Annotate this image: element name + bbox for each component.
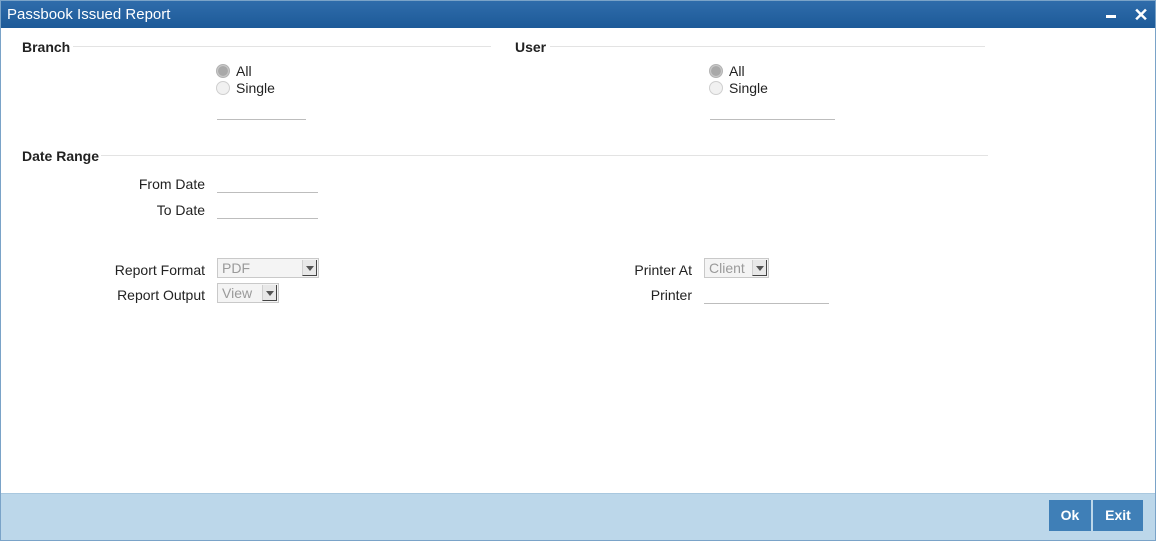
date-range-divider xyxy=(101,155,988,156)
radio-icon[interactable] xyxy=(216,81,230,95)
ok-button[interactable]: Ok xyxy=(1049,500,1091,531)
report-format-label: Report Format xyxy=(114,262,205,278)
close-icon[interactable]: ✕ xyxy=(1130,4,1152,26)
exit-button[interactable]: Exit xyxy=(1093,500,1143,531)
report-output-label: Report Output xyxy=(117,287,205,303)
radio-icon[interactable] xyxy=(216,64,230,78)
report-output-select[interactable]: View xyxy=(217,283,279,303)
to-date-input[interactable] xyxy=(217,199,318,219)
footer-bar: Ok Exit xyxy=(1,493,1155,540)
report-format-value: PDF xyxy=(222,260,250,276)
branch-section-label: Branch xyxy=(22,39,71,55)
chevron-down-icon[interactable] xyxy=(302,260,317,276)
printer-label: Printer xyxy=(650,287,692,303)
window-title: Passbook Issued Report xyxy=(7,6,171,23)
from-date-label: From Date xyxy=(138,176,205,192)
printer-input[interactable] xyxy=(704,284,829,304)
branch-radio-all-label: All xyxy=(236,63,252,79)
branch-radio-single-label: Single xyxy=(236,80,275,96)
user-radio-single[interactable]: Single xyxy=(709,80,768,96)
user-divider xyxy=(550,46,985,47)
title-bar: Passbook Issued Report ✕ xyxy=(1,1,1155,28)
user-radio-all[interactable]: All xyxy=(709,63,745,79)
printer-at-label: Printer At xyxy=(634,262,692,278)
date-range-section-label: Date Range xyxy=(22,148,100,164)
report-format-select[interactable]: PDF xyxy=(217,258,319,278)
chevron-down-icon[interactable] xyxy=(752,260,767,276)
minimize-icon[interactable] xyxy=(1100,4,1122,26)
radio-icon[interactable] xyxy=(709,64,723,78)
branch-divider xyxy=(73,46,491,47)
user-section-label: User xyxy=(515,39,547,55)
branch-radio-single[interactable]: Single xyxy=(216,80,275,96)
user-radio-single-label: Single xyxy=(729,80,768,96)
radio-icon[interactable] xyxy=(709,81,723,95)
printer-at-select[interactable]: Client xyxy=(704,258,769,278)
branch-input[interactable] xyxy=(217,100,306,120)
user-input[interactable] xyxy=(710,100,835,120)
from-date-input[interactable] xyxy=(217,173,318,193)
printer-at-value: Client xyxy=(709,260,745,276)
user-radio-all-label: All xyxy=(729,63,745,79)
report-window: Passbook Issued Report ✕ Branch All Sing… xyxy=(0,0,1156,541)
report-output-value: View xyxy=(222,285,253,301)
to-date-label: To Date xyxy=(156,202,205,218)
branch-radio-all[interactable]: All xyxy=(216,63,252,79)
chevron-down-icon[interactable] xyxy=(262,285,277,301)
